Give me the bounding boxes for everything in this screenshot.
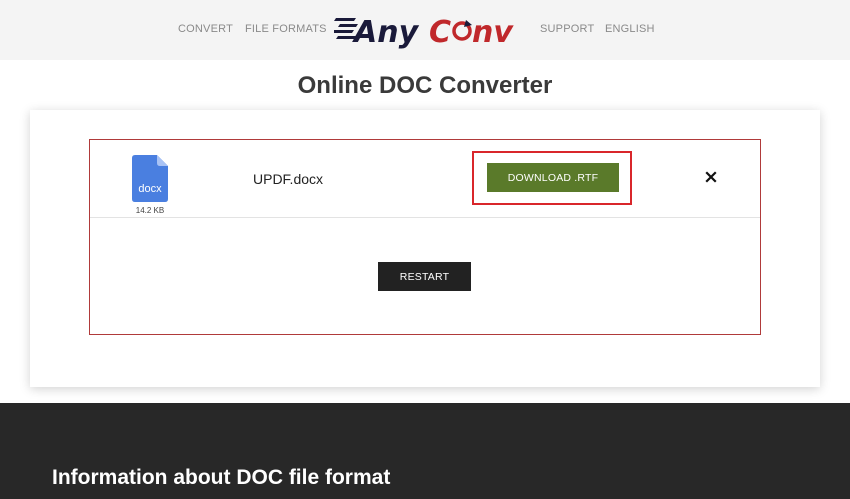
file-name: UPDF.docx	[253, 171, 324, 187]
svg-text:nv: nv	[472, 15, 514, 50]
top-nav-bar: CONVERT FILE FORMATS Any C nv SUPPORT EN…	[0, 0, 850, 60]
nav-file-formats-link[interactable]: FILE FORMATS	[245, 23, 327, 35]
svg-text:Any: Any	[352, 15, 420, 50]
anyconv-logo[interactable]: Any C nv	[334, 10, 514, 50]
converter-card: docx 14.2 KB UPDF.docx DOWNLOAD .RTF RES…	[30, 110, 820, 387]
conversion-panel: docx 14.2 KB UPDF.docx DOWNLOAD .RTF RES…	[89, 139, 761, 335]
info-heading: Information about DOC file format	[52, 466, 391, 489]
row-divider	[90, 217, 760, 218]
close-icon[interactable]	[703, 169, 719, 185]
docx-file-icon: docx	[132, 155, 168, 202]
nav-language-link[interactable]: ENGLISH	[605, 23, 655, 35]
file-size: 14.2 KB	[135, 206, 165, 215]
download-rtf-button[interactable]: DOWNLOAD .RTF	[487, 163, 619, 192]
nav-support-link[interactable]: SUPPORT	[540, 23, 594, 35]
restart-button[interactable]: RESTART	[378, 262, 471, 291]
svg-text:C: C	[429, 15, 451, 50]
file-type-label: docx	[138, 183, 162, 195]
page-title: Online DOC Converter	[297, 72, 553, 99]
info-section: Information about DOC file format	[0, 403, 850, 499]
nav-convert-link[interactable]: CONVERT	[178, 23, 233, 35]
